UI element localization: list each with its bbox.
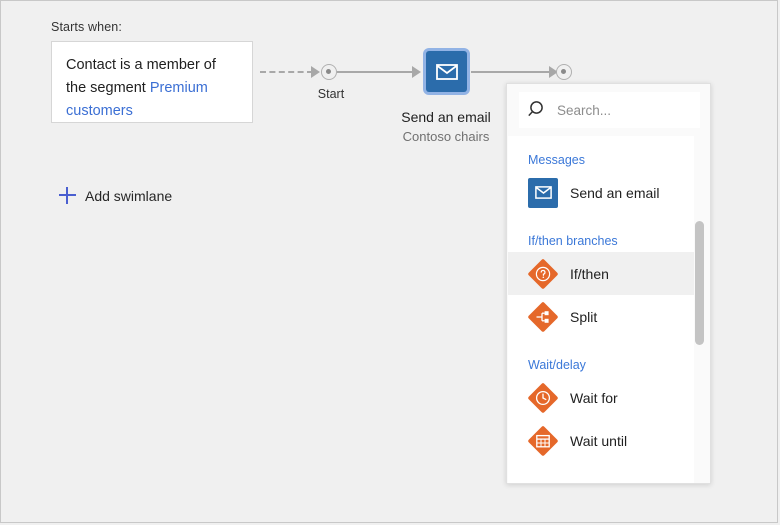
split-branch-icon (528, 302, 558, 332)
connector-email-to-end (471, 71, 553, 73)
search-input[interactable] (557, 103, 689, 118)
group-header-messages: Messages (508, 149, 694, 171)
search-icon (527, 99, 549, 121)
group-header-wait-delay: Wait/delay (508, 354, 694, 376)
trigger-card[interactable]: Contact is a member of the segment Premi… (51, 41, 253, 123)
flyout-scrollbar-thumb[interactable] (695, 221, 704, 345)
question-mark-icon (528, 259, 558, 289)
connector-dashed-trigger-to-start (260, 71, 313, 73)
step-list: Messages Send an email If/then branches (508, 136, 694, 483)
list-item-if-then[interactable]: If/then (508, 252, 694, 295)
list-item-label: Wait until (570, 433, 627, 449)
connector-arrowhead-to-email (412, 66, 421, 78)
group-header-ifthen-branches: If/then branches (508, 230, 694, 252)
starts-when-label: Starts when: (51, 20, 122, 34)
canvas-node-caption: Send an email Contoso chairs (376, 107, 516, 146)
envelope-glyph (535, 186, 552, 199)
search-row[interactable] (519, 92, 700, 128)
canvas-node-send-an-email[interactable] (426, 51, 467, 92)
split-branch-glyph (535, 309, 551, 325)
list-item-label: Wait for (570, 390, 618, 406)
list-item-split[interactable]: Split (508, 295, 694, 338)
add-step-flyout-panel: Messages Send an email If/then branches (506, 83, 711, 484)
canvas-node-title: Send an email (376, 107, 516, 127)
connector-start-to-email (337, 71, 415, 73)
start-node[interactable] (321, 64, 337, 80)
list-item-wait-until[interactable]: Wait until (508, 419, 694, 462)
envelope-icon (528, 178, 558, 208)
connector-arrowhead-to-start (311, 66, 320, 78)
trigger-card-text: Contact is a member of the segment Premi… (66, 54, 238, 123)
list-item-label: If/then (570, 266, 609, 282)
envelope-icon (436, 64, 458, 80)
calendar-icon (528, 426, 558, 456)
workflow-canvas: Starts when: Contact is a member of the … (0, 0, 778, 523)
list-item-send-an-email[interactable]: Send an email (508, 171, 694, 214)
list-item-wait-for[interactable]: Wait for (508, 376, 694, 419)
list-item-label: Split (570, 309, 597, 325)
plus-icon (59, 187, 76, 204)
clock-icon (528, 383, 558, 413)
question-mark-glyph (535, 266, 551, 282)
add-swimlane-button[interactable]: Add swimlane (59, 187, 172, 204)
canvas-node-subtitle: Contoso chairs (376, 127, 516, 146)
end-node[interactable] (556, 64, 572, 80)
add-swimlane-label: Add swimlane (85, 188, 172, 204)
clock-glyph (535, 390, 551, 406)
flyout-scrollbar[interactable] (694, 137, 705, 482)
list-item-label: Send an email (570, 185, 660, 201)
start-node-label: Start (311, 87, 351, 101)
calendar-glyph (535, 433, 551, 449)
